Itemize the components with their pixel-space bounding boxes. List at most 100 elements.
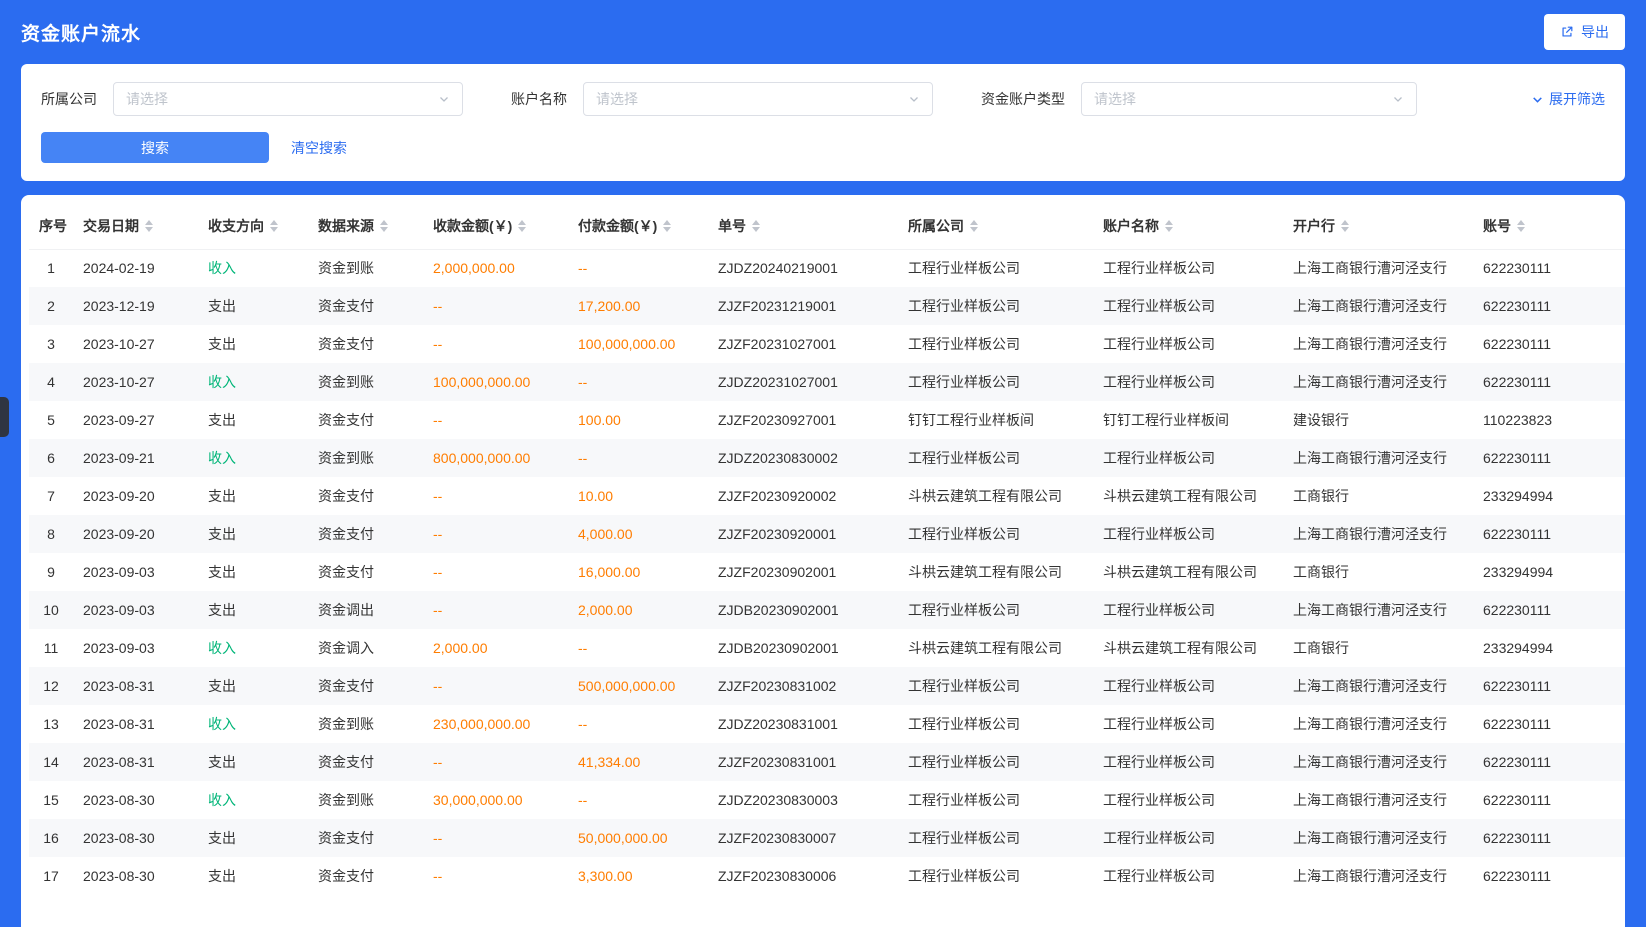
drawer-handle[interactable] — [0, 397, 9, 437]
sort-icon[interactable] — [752, 220, 760, 232]
column-header-account[interactable]: 账户名称 — [1093, 203, 1283, 249]
filter-label: 所属公司 — [41, 89, 97, 109]
column-header-number[interactable]: 账号 — [1473, 203, 1625, 249]
cell-order: ZJDZ20230830003 — [708, 781, 898, 819]
cell-direction: 支出 — [198, 591, 308, 629]
cell-income: -- — [423, 401, 568, 439]
filter-label: 账户名称 — [511, 89, 567, 109]
cell-direction: 支出 — [198, 515, 308, 553]
expand-filter-link[interactable]: 展开筛选 — [1513, 89, 1605, 109]
table-row[interactable]: 112023-09-03收入资金调入2,000.00--ZJDB20230902… — [29, 629, 1625, 667]
column-header-date[interactable]: 交易日期 — [73, 203, 198, 249]
column-header-bank[interactable]: 开户行 — [1283, 203, 1473, 249]
cell-payment: 3,300.00 — [568, 857, 708, 895]
cell-bank: 上海工商银行漕河泾支行 — [1283, 287, 1473, 325]
cell-bank: 上海工商银行漕河泾支行 — [1283, 743, 1473, 781]
cell-account: 工程行业样板公司 — [1093, 325, 1283, 363]
table-row[interactable]: 62023-09-21收入资金到账800,000,000.00--ZJDZ202… — [29, 439, 1625, 477]
cell-no: 6 — [29, 439, 73, 477]
column-label: 单号 — [718, 218, 746, 234]
cell-order: ZJZF20230902001 — [708, 553, 898, 591]
cell-date: 2023-09-03 — [73, 629, 198, 667]
cell-source: 资金支付 — [308, 515, 423, 553]
column-header-no[interactable]: 序号 — [29, 203, 73, 249]
table-row[interactable]: 162023-08-30支出资金支付--50,000,000.00ZJZF202… — [29, 819, 1625, 857]
cell-income: 800,000,000.00 — [423, 439, 568, 477]
filter-select-0[interactable]: 请选择 — [113, 82, 463, 116]
filter-select-2[interactable]: 请选择 — [1081, 82, 1417, 116]
column-header-company[interactable]: 所属公司 — [898, 203, 1093, 249]
cell-payment: 10.00 — [568, 477, 708, 515]
table-row[interactable]: 42023-10-27收入资金到账100,000,000.00--ZJDZ202… — [29, 363, 1625, 401]
cell-no: 10 — [29, 591, 73, 629]
cell-number: 622230111 — [1473, 857, 1625, 895]
cell-account: 钉钉工程行业样板间 — [1093, 401, 1283, 439]
cell-order: ZJZF20230831002 — [708, 667, 898, 705]
column-header-order[interactable]: 单号 — [708, 203, 898, 249]
sort-icon[interactable] — [270, 220, 278, 232]
table-row[interactable]: 132023-08-31收入资金到账230,000,000.00--ZJDZ20… — [29, 705, 1625, 743]
cell-bank: 上海工商银行漕河泾支行 — [1283, 325, 1473, 363]
table-row[interactable]: 92023-09-03支出资金支付--16,000.00ZJZF20230902… — [29, 553, 1625, 591]
cell-bank: 上海工商银行漕河泾支行 — [1283, 591, 1473, 629]
search-button[interactable]: 搜索 — [41, 132, 269, 163]
cell-payment: -- — [568, 705, 708, 743]
column-header-payment[interactable]: 付款金额(￥) — [568, 203, 708, 249]
cell-bank: 上海工商银行漕河泾支行 — [1283, 857, 1473, 895]
table-row[interactable]: 72023-09-20支出资金支付--10.00ZJZF20230920002斗… — [29, 477, 1625, 515]
table-row[interactable]: 172023-08-30支出资金支付--3,300.00ZJZF20230830… — [29, 857, 1625, 895]
sort-icon[interactable] — [1165, 220, 1173, 232]
cell-bank: 上海工商银行漕河泾支行 — [1283, 667, 1473, 705]
select-placeholder: 请选择 — [1094, 89, 1136, 109]
sort-icon[interactable] — [145, 220, 153, 232]
cell-payment: -- — [568, 249, 708, 287]
cell-payment: -- — [568, 781, 708, 819]
cell-number: 622230111 — [1473, 439, 1625, 477]
cell-number: 622230111 — [1473, 667, 1625, 705]
cell-order: ZJDZ20230830002 — [708, 439, 898, 477]
table-row[interactable]: 12024-02-19收入资金到账2,000,000.00--ZJDZ20240… — [29, 249, 1625, 287]
table-row[interactable]: 52023-09-27支出资金支付--100.00ZJZF20230927001… — [29, 401, 1625, 439]
cell-income: 230,000,000.00 — [423, 705, 568, 743]
sort-icon[interactable] — [1341, 220, 1349, 232]
sort-icon[interactable] — [518, 220, 526, 232]
cell-income: -- — [423, 857, 568, 895]
sort-icon[interactable] — [970, 220, 978, 232]
filter-select-1[interactable]: 请选择 — [583, 82, 933, 116]
column-label: 收支方向 — [208, 218, 264, 234]
sort-icon[interactable] — [380, 220, 388, 232]
table-row[interactable]: 102023-09-03支出资金调出--2,000.00ZJDB20230902… — [29, 591, 1625, 629]
clear-search-link[interactable]: 清空搜索 — [291, 138, 347, 158]
cell-date: 2023-09-21 — [73, 439, 198, 477]
chevron-down-icon — [908, 93, 920, 105]
cell-account: 工程行业样板公司 — [1093, 857, 1283, 895]
table-row[interactable]: 82023-09-20支出资金支付--4,000.00ZJZF202309200… — [29, 515, 1625, 553]
table-row[interactable]: 152023-08-30收入资金到账30,000,000.00--ZJDZ202… — [29, 781, 1625, 819]
column-header-income[interactable]: 收款金额(￥) — [423, 203, 568, 249]
cell-payment: 500,000,000.00 — [568, 667, 708, 705]
cell-order: ZJDB20230902001 — [708, 629, 898, 667]
table-row[interactable]: 122023-08-31支出资金支付--500,000,000.00ZJZF20… — [29, 667, 1625, 705]
cell-date: 2023-08-31 — [73, 667, 198, 705]
cell-source: 资金到账 — [308, 781, 423, 819]
table-row[interactable]: 22023-12-19支出资金支付--17,200.00ZJZF20231219… — [29, 287, 1625, 325]
cell-number: 233294994 — [1473, 629, 1625, 667]
sort-icon[interactable] — [663, 220, 671, 232]
column-header-direction[interactable]: 收支方向 — [198, 203, 308, 249]
cell-company: 工程行业样板公司 — [898, 857, 1093, 895]
cell-source: 资金支付 — [308, 553, 423, 591]
column-header-source[interactable]: 数据来源 — [308, 203, 423, 249]
cell-order: ZJDB20230902001 — [708, 591, 898, 629]
cell-payment: -- — [568, 629, 708, 667]
sort-icon[interactable] — [1517, 220, 1525, 232]
cell-company: 斗栱云建筑工程有限公司 — [898, 629, 1093, 667]
cell-direction: 支出 — [198, 819, 308, 857]
export-button[interactable]: 导出 — [1544, 14, 1625, 50]
table-row[interactable]: 142023-08-31支出资金支付--41,334.00ZJZF2023083… — [29, 743, 1625, 781]
table-row[interactable]: 32023-10-27支出资金支付--100,000,000.00ZJZF202… — [29, 325, 1625, 363]
cell-payment: 100,000,000.00 — [568, 325, 708, 363]
cell-company: 工程行业样板公司 — [898, 363, 1093, 401]
export-icon — [1560, 25, 1574, 39]
cell-date: 2023-08-30 — [73, 857, 198, 895]
cell-income: -- — [423, 819, 568, 857]
